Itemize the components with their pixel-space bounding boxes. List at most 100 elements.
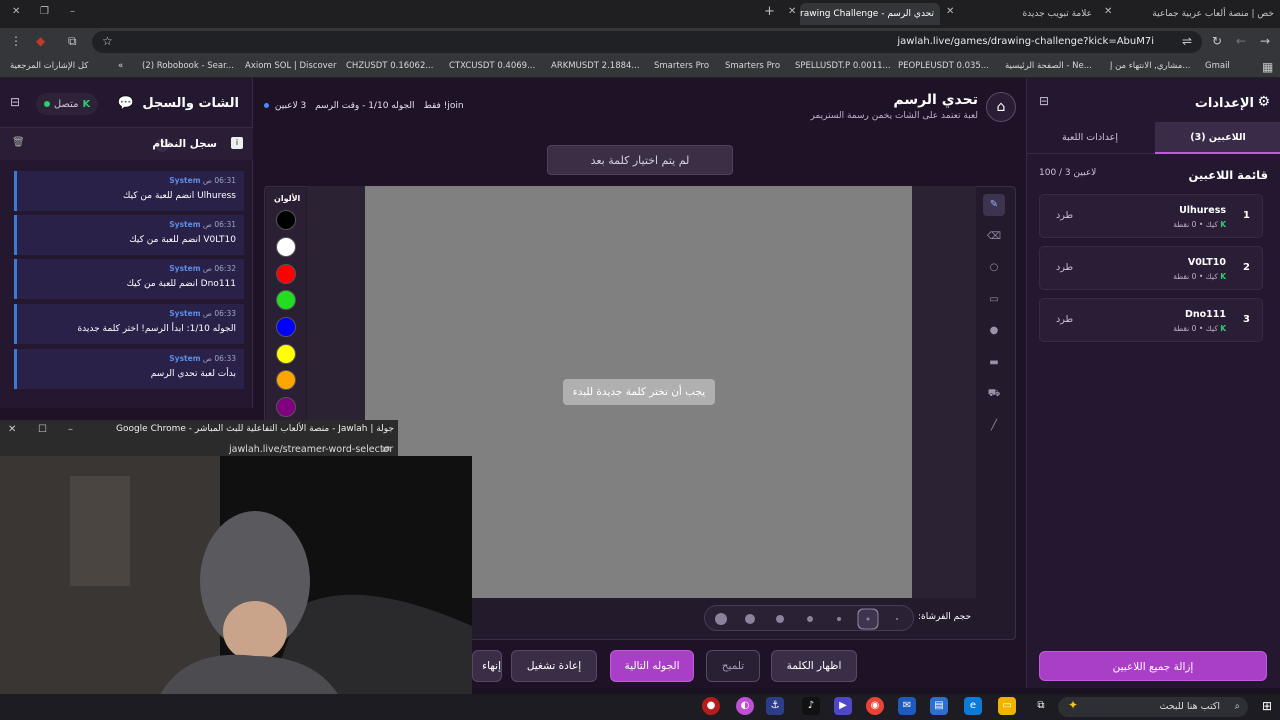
back-icon[interactable]: → (1260, 34, 1270, 48)
restore-window-icon[interactable]: ❐ (40, 6, 49, 17)
popup-title: جولة | Jawlah - منصة الألعاب التفاعلية ل… (115, 424, 394, 434)
bookmark-item[interactable]: PEOPLEUSDT 0.035... (898, 61, 989, 71)
color-swatch-purple[interactable] (276, 397, 296, 417)
new-tab-icon[interactable]: + (764, 4, 775, 19)
reload-icon[interactable]: ↻ (1212, 34, 1222, 48)
color-swatch-black[interactable] (276, 210, 296, 230)
menu-icon[interactable]: ⋮ (10, 34, 22, 48)
chrome-icon[interactable]: ◉ (866, 697, 884, 715)
minimize-window-icon[interactable]: – (68, 424, 73, 435)
next-round-button[interactable]: الجوله التالية (610, 650, 694, 682)
brush-size-option-selected[interactable] (866, 617, 870, 621)
url-text[interactable]: jawlah.live/games/drawing-challenge?kick… (897, 36, 1154, 47)
bookmark-item[interactable]: ARKMUSDT 2.1884... (551, 61, 640, 71)
tab-drawing-challenge[interactable]: تحدي الرسم - Drawing Challenge (800, 3, 940, 25)
bookmark-item[interactable]: Axiom SOL | Discover (245, 61, 336, 71)
bookmark-item[interactable]: CTXCUSDT 0.4069... (449, 61, 535, 71)
trash-icon[interactable]: 🗑 (12, 137, 25, 148)
forward-icon[interactable]: ← (1236, 34, 1246, 48)
bookmark-star-icon[interactable]: ☆ (102, 34, 113, 48)
bookmark-item[interactable]: (2) Robobook - Sear... (142, 61, 234, 71)
player-row: 3 Dno111 K كيك • 0 نقطة طرد (1039, 298, 1263, 342)
tab-new[interactable]: علامة تبويب جديدة (958, 3, 1098, 25)
color-swatch-orange[interactable] (276, 370, 296, 390)
minimize-window-icon[interactable]: – (70, 6, 75, 17)
tiktok-icon[interactable]: ♪ (802, 697, 820, 715)
message-time: 06:32 ص (202, 264, 236, 273)
windows-start-icon[interactable]: ⊞ (1258, 697, 1276, 715)
close-tab-icon[interactable]: ✕ (946, 6, 954, 17)
bookmark-item[interactable]: الصفحة الرئيسية - Ne... (1005, 61, 1092, 71)
app-icon[interactable]: ● (702, 697, 720, 715)
file-explorer-icon[interactable]: ▭ (998, 697, 1016, 715)
all-bookmarks-folder[interactable]: كل الإشارات المرجعية (10, 61, 88, 71)
outlook-icon[interactable]: ✉ (898, 697, 916, 715)
more-bookmarks-icon[interactable]: « (118, 61, 123, 71)
omnibox[interactable]: ☆ jawlah.live/games/drawing-challenge?ki… (92, 31, 1202, 53)
brush-size-option[interactable] (896, 618, 898, 620)
collapse-panel-icon[interactable]: ⊟ (10, 95, 20, 109)
rectangle-icon[interactable]: ▭ (983, 289, 1005, 311)
webcam-image (0, 456, 472, 720)
hint-button[interactable]: تلميح (706, 650, 760, 682)
filled-circle-icon[interactable]: ● (983, 320, 1005, 342)
store-icon[interactable]: ▤ (930, 697, 948, 715)
bookmark-item[interactable]: CHZUSDT 0.16062... (346, 61, 433, 71)
tab-players[interactable]: اللاعبين (3) (1155, 122, 1280, 154)
brush-size-option[interactable] (745, 614, 755, 624)
edge-browser-icon[interactable]: e (964, 697, 982, 715)
kick-player-button[interactable]: طرد (1056, 210, 1073, 221)
close-tab-icon[interactable]: ✕ (788, 6, 796, 17)
message-text: Dno111 انضم للعبة من كيك (126, 279, 236, 289)
app-icon[interactable]: ⚓ (766, 697, 784, 715)
taskbar-search[interactable]: ⌕ اكتب هنا للبحث ✦ (1058, 697, 1248, 717)
app-icon[interactable]: ◐ (736, 697, 754, 715)
kick-player-button[interactable]: طرد (1056, 314, 1073, 325)
close-window-icon[interactable]: ✕ (8, 424, 16, 435)
end-game-button[interactable]: إنهاء (472, 650, 502, 682)
tab-jawlah[interactable]: خص | منصة ألعاب عربية جماعية (1120, 3, 1280, 25)
close-tab-icon[interactable]: ✕ (1104, 6, 1112, 17)
current-word-display: لم يتم اختيار كلمة بعد (547, 145, 733, 175)
brush-size-option[interactable] (807, 616, 813, 622)
apps-grid-icon[interactable]: ▦ (1262, 60, 1273, 74)
extension-icon[interactable]: ◆ (36, 34, 45, 48)
bookmark-gmail[interactable]: Gmail (1205, 61, 1230, 71)
brush-size-option[interactable] (715, 613, 727, 625)
eraser-icon[interactable]: ⌫ (983, 226, 1005, 248)
site-settings-icon[interactable]: ⇌ (1182, 34, 1192, 48)
restart-button[interactable]: إعادة تشغيل (511, 650, 597, 682)
show-word-button[interactable]: اظهار الكلمة (771, 650, 857, 682)
color-swatch-red[interactable] (276, 264, 296, 284)
tab-game-settings[interactable]: إعدادات اللعبة (1027, 122, 1153, 154)
site-settings-icon[interactable]: ⇌ (382, 444, 390, 455)
kick-player-button[interactable]: طرد (1056, 262, 1073, 273)
brush-size-option[interactable] (837, 617, 841, 621)
filled-rect-icon[interactable]: ▬ (983, 352, 1005, 374)
color-swatch-green[interactable] (276, 290, 296, 310)
bookmark-item[interactable]: Smarters Pro (725, 61, 780, 71)
color-swatch-white[interactable] (276, 237, 296, 257)
fill-bucket-icon[interactable]: ⛟ (983, 383, 1005, 405)
bookmarks-bar: ▦ Gmail مشاري, الانتهاء من إ... الصفحة ا… (0, 56, 1280, 78)
color-swatch-yellow[interactable] (276, 344, 296, 364)
remove-all-players-button[interactable]: إزالة جميع اللاعبين (1039, 651, 1267, 681)
bookmark-item[interactable]: مشاري, الانتهاء من إ... (1110, 61, 1190, 71)
online-dot-icon (43, 101, 50, 107)
home-button[interactable]: ⌂ (986, 92, 1016, 122)
brush-size-option[interactable] (776, 615, 784, 623)
system-log-header[interactable]: 🗑 7 سجل النظام i (0, 128, 253, 160)
collapse-panel-icon[interactable]: ⊟ (1039, 94, 1049, 108)
pencil-icon[interactable]: ✎ (983, 194, 1005, 216)
bookmark-item[interactable]: Smarters Pro (654, 61, 709, 71)
circle-icon[interactable]: ○ (983, 257, 1005, 279)
close-window-icon[interactable]: ✕ (12, 6, 20, 17)
extensions-puzzle-icon[interactable]: ⧉ (68, 34, 77, 49)
chat-title: الشات والسجل 💬 (118, 96, 239, 111)
app-icon[interactable]: ▶ (834, 697, 852, 715)
task-view-icon[interactable]: ⧉ (1032, 697, 1050, 715)
bookmark-item[interactable]: SPELLUSDT.P 0.0011... (795, 61, 891, 71)
line-icon[interactable]: ╱ (983, 415, 1005, 437)
color-swatch-blue[interactable] (276, 317, 296, 337)
maximize-window-icon[interactable]: ☐ (38, 424, 47, 435)
